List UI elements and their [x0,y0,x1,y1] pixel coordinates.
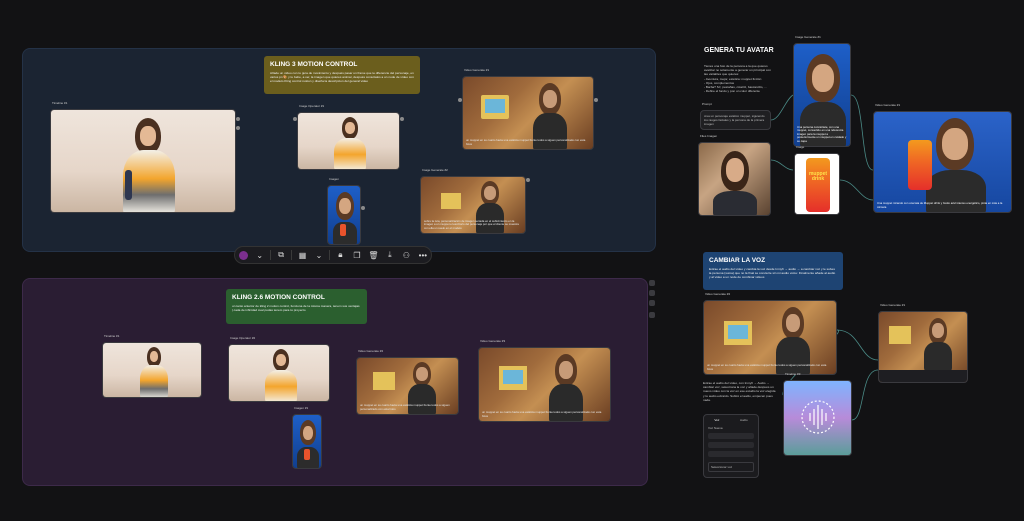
video-node-voice-result[interactable] [878,311,968,383]
can-label: muppet drink [808,171,828,182]
image-node-muppet-2[interactable] [292,414,322,469]
note-body: Extrae el audio del vídeo y cambia la vo… [709,267,836,280]
image-node-final-avatar[interactable]: Una muppet mirando con una lata de Muppe… [873,111,1012,213]
prompt-text: crea un personaje estético muppet, sigui… [704,114,765,126]
note-body: Añade un vídeo con tu guía de movimiento… [270,71,414,84]
output-port[interactable] [400,117,404,121]
duplicate-icon[interactable]: ❐ [349,247,365,263]
text-node-prompt[interactable]: crea un personaje estético muppet, sigui… [700,110,771,130]
note-kling3[interactable]: KLING 3 MOTION CONTROL Añade un vídeo co… [264,56,420,94]
tab-voz[interactable]: Voz [714,418,719,422]
voice-description: Extrae el audio del vídeo, con Inmyfi → … [703,381,776,402]
caption: Una persona conviértete, con una muppet,… [797,124,847,143]
input-port[interactable] [458,98,462,102]
lock-icon[interactable]: 🔒︎ [332,247,348,263]
video-node-source[interactable] [50,109,236,213]
image-node-muppet[interactable] [327,185,361,245]
node-label: Image Generate #2 [422,168,448,172]
image-node-frame[interactable] [297,112,400,170]
output-port[interactable] [594,98,598,102]
node-label: Timeline #1 [52,101,68,105]
image-node-avatar[interactable]: Una persona conviértete, con una muppet,… [793,43,851,147]
node-label: Imagen #1 [294,406,309,410]
node-label: Video Generate #1 [880,303,906,307]
caption: un muppet en su cuarto hacia una estétic… [482,410,602,418]
image-node-photo[interactable] [698,142,771,216]
video-node-source-2[interactable] [102,342,202,398]
layout-icon[interactable]: ▦ [294,247,310,263]
side-handle-icon[interactable] [649,300,655,306]
node-label: Image Generate #1 [795,35,821,39]
node-label: Video Generate #1 [464,68,490,72]
chevron-down-icon[interactable]: ⌄ [311,247,327,263]
field-label: Voz Nueva [708,426,723,430]
side-handle-icon[interactable] [649,312,655,318]
node-label: Prompt [702,102,712,106]
color-swatch[interactable] [235,247,251,263]
section-title-avatar: GENERA TU AVATAR [704,47,774,54]
video-node-result-b[interactable]: sobre la ruta, personalización de imagen… [420,176,526,234]
image-node-frame-2[interactable] [228,344,330,402]
input-port[interactable] [293,117,297,121]
side-handle-icon[interactable] [649,290,655,296]
node-label: Timeline #1 [104,334,120,338]
video-node-voice-source[interactable]: un muppet en su cuarto hacia una estétic… [703,300,837,375]
node-label: Video Generate #2 [358,349,384,353]
caption: un muppet en su cuarto hacia una estétic… [466,138,586,146]
node-label: Image Operator #1 [299,104,325,108]
node-label: Video Generate #3 [480,339,506,343]
note-title: KLING 2.6 MOTION CONTROL [232,294,325,301]
node-label: Video Generate #1 [875,103,901,107]
output-port[interactable] [236,117,240,121]
caption: un muppet en su cuarto hacia una estétic… [360,403,450,411]
output-port[interactable] [361,206,365,210]
note-title: CAMBIAR LA VOZ [709,257,766,264]
note-voice[interactable]: CAMBIAR LA VOZ Extrae el audio del vídeo… [703,252,843,290]
waveform-icon [801,400,835,434]
caption: Una muppet mirando con una lata de Muppe… [877,201,1003,209]
node-label: Files Imagen [700,134,718,138]
output-port[interactable] [236,126,240,130]
audio-node[interactable] [783,380,852,456]
caption: sobre la ruta, personalización de imagen… [424,218,519,230]
delete-icon[interactable]: 🗑︎ [365,247,381,263]
node-label: Timeline #3 [785,372,801,376]
group-toolbar: ⌄ ⧉ ▦ ⌄ 🔒︎ ❐ 🗑︎ ⤓ ⚇ ••• [234,246,432,264]
tab-audio[interactable]: Audio [740,418,748,422]
node-label: Image [796,145,805,149]
download-icon[interactable]: ⤓ [382,247,398,263]
video-node-result-c[interactable]: un muppet en su cuarto hacia una estétic… [356,357,459,415]
section-body-avatar: Tienes una foto de la persona a la que q… [704,64,771,94]
node-label: Video Generate #2 [705,292,731,296]
more-icon[interactable]: ••• [415,247,431,263]
note-title: KLING 3 MOTION CONTROL [270,61,358,68]
note-kling26[interactable]: KLING 2.6 MOTION CONTROL un tanto anteri… [226,289,367,324]
node-label: Image Operator #2 [230,336,256,340]
video-node-result-d[interactable]: un muppet en su cuarto hacia una estétic… [478,347,611,422]
caption: un muppet en su cuarto hacia una estétic… [707,363,827,371]
voice-select[interactable]: Seleccionar voz [708,462,754,472]
node-label: Imagen [329,177,340,181]
chevron-down-icon[interactable]: ⌄ [251,247,267,263]
image-node-can[interactable]: muppet drink [794,153,840,215]
copy-icon[interactable]: ⧉ [273,247,289,263]
network-icon[interactable]: ⚇ [398,247,414,263]
output-port[interactable] [526,178,530,182]
note-body: un tanto anterior de kling 2 motion cont… [232,304,360,313]
video-node-result-a[interactable]: un muppet en su cuarto hacia una estétic… [462,76,594,150]
side-handle-icon[interactable] [649,280,655,286]
voice-settings-panel: Voz Audio Voz Nueva Seleccionar voz [703,414,759,478]
